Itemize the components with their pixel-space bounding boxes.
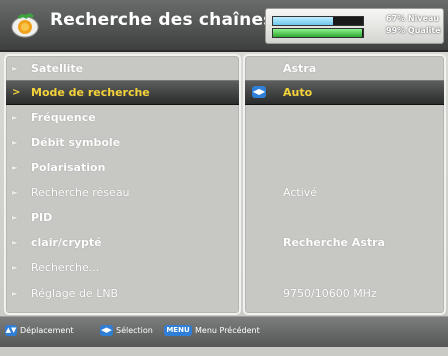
menu-label: Recherche... — [31, 261, 100, 274]
chevron-right-icon: ► — [12, 138, 19, 147]
value-row-lnb-setting: 9750/10600 MHz — [245, 282, 444, 305]
left-right-arrows-icon: ◀▶ — [252, 86, 266, 98]
menu-label: Débit symbole — [31, 136, 121, 149]
value-text: Recherche Astra — [283, 236, 385, 249]
chevron-right-icon: ► — [12, 263, 19, 272]
value-text: 9750/10600 MHz — [283, 287, 377, 300]
values-list: Astra ◀▶ Auto Activé Recherche Astra 975… — [243, 54, 446, 315]
chevron-right-icon: ► — [12, 289, 19, 298]
header-bar: Recherche des chaînes 67% Niveau 99% Qua… — [0, 0, 448, 52]
chevron-right-icon: ► — [12, 213, 19, 222]
left-right-arrows-icon: ◀▶ — [100, 325, 113, 336]
value-text: Auto — [283, 86, 313, 99]
menu-label: Fréquence — [31, 111, 96, 124]
chevron-right-icon: > — [12, 87, 21, 98]
quality-label: 99% Qualité — [386, 26, 441, 35]
level-label: 67% Niveau — [386, 14, 440, 23]
menu-row-encryption[interactable]: ► clair/crypté — [6, 231, 239, 254]
menu-row-polarisation[interactable]: ► Polarisation — [6, 156, 239, 179]
quality-bar — [272, 28, 364, 38]
chevron-right-icon: ► — [12, 163, 19, 172]
menu-row-start-search[interactable]: ► Recherche... — [6, 256, 239, 279]
menu-row-satellite[interactable]: ► Satellite — [6, 57, 239, 80]
menu-label: Mode de recherche — [31, 86, 150, 99]
satellite-logo-icon — [11, 13, 39, 38]
tv-screen: Recherche des chaînes 67% Niveau 99% Qua… — [0, 0, 448, 356]
menu-label: Réglage de LNB — [31, 287, 119, 300]
settings-list: ► Satellite > Mode de recherche ► Fréque… — [4, 54, 241, 315]
menu-label: PID — [31, 211, 53, 224]
page-title: Recherche des chaînes — [50, 10, 274, 30]
help-bar: ▲▼ Déplacement ◀▶ Sélection MENU Menu Pr… — [0, 316, 448, 347]
menu-row-frequency[interactable]: ► Fréquence — [6, 106, 239, 129]
value-text: Activé — [283, 186, 318, 199]
level-bar — [272, 16, 364, 26]
quality-bar-fill — [273, 29, 363, 37]
menu-row-search-mode[interactable]: > Mode de recherche — [6, 80, 239, 105]
chevron-right-icon: ► — [12, 188, 19, 197]
up-down-arrows-icon: ▲▼ — [5, 325, 17, 336]
value-row-encryption: Recherche Astra — [245, 231, 444, 254]
menu-label: Satellite — [31, 62, 84, 75]
chevron-right-icon: ► — [12, 64, 19, 73]
menu-label: Recherche réseau — [31, 186, 130, 199]
level-bar-fill — [273, 17, 334, 25]
menu-label: Polarisation — [31, 161, 106, 174]
menu-row-network-search[interactable]: ► Recherche réseau — [6, 181, 239, 204]
menu-row-pid[interactable]: ► PID — [6, 206, 239, 229]
menu-help-label: Menu Précédent — [195, 326, 260, 335]
menu-row-lnb-setting[interactable]: ► Réglage de LNB — [6, 282, 239, 305]
value-row-satellite: Astra — [245, 57, 444, 80]
menu-label: clair/crypté — [31, 236, 102, 249]
chevron-right-icon: ► — [12, 113, 19, 122]
value-row-search-mode[interactable]: ◀▶ Auto — [245, 80, 444, 105]
nav-help-label: Déplacement — [20, 326, 74, 335]
value-text: Astra — [283, 62, 317, 75]
signal-meter: 67% Niveau 99% Qualité — [265, 8, 444, 44]
select-help-label: Sélection — [116, 326, 153, 335]
chevron-right-icon: ► — [12, 238, 19, 247]
value-row-network-search: Activé — [245, 181, 444, 204]
menu-key: MENU — [164, 325, 192, 336]
menu-row-symbol-rate[interactable]: ► Débit symbole — [6, 131, 239, 154]
